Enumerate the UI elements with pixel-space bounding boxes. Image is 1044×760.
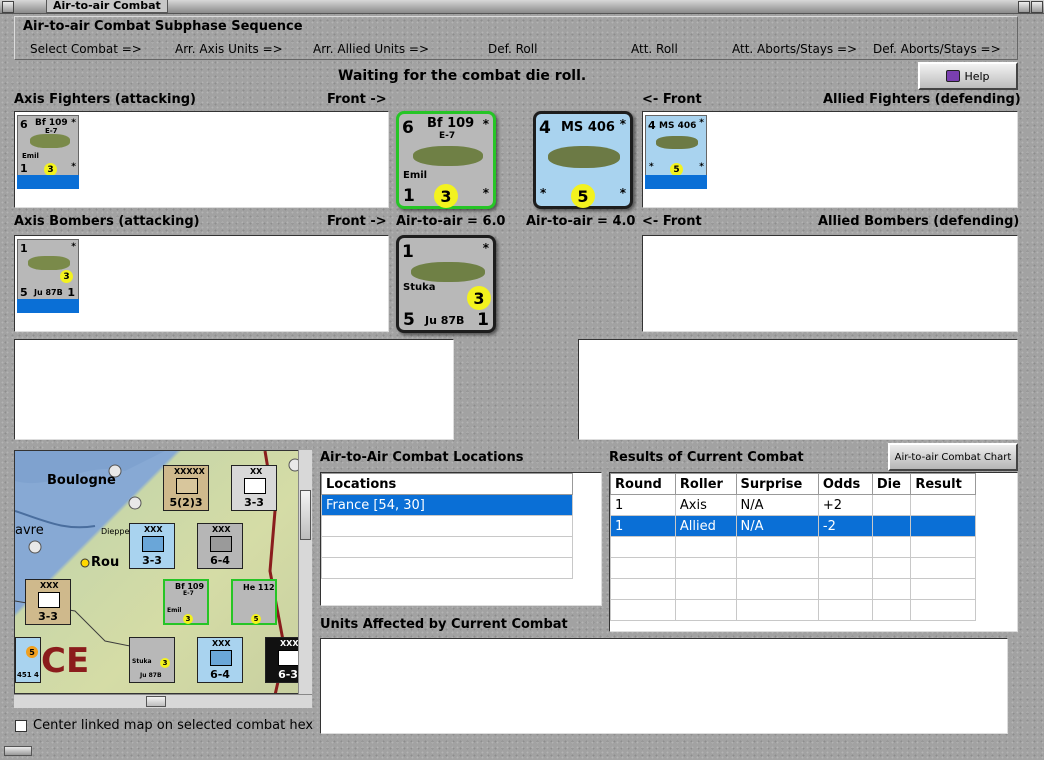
step-select-combat: Select Combat => bbox=[30, 42, 142, 56]
map-label-havre: avre bbox=[15, 523, 44, 538]
step-arrange-axis: Arr. Axis Units => bbox=[175, 42, 283, 56]
map-horizontal-scrollbar[interactable] bbox=[14, 694, 312, 708]
selection-bar bbox=[645, 175, 707, 189]
center-map-label: Center linked map on selected combat hex bbox=[33, 718, 314, 733]
axis-fighters-box[interactable]: 6 Bf 109 E-7 * Emil 1 3 * bbox=[14, 111, 389, 208]
map-counter-he112[interactable]: He 112 5 bbox=[231, 579, 277, 625]
ms406-small-counter[interactable]: 4 MS 406 * * 5 * bbox=[645, 115, 707, 177]
units-affected-box[interactable] bbox=[320, 638, 1008, 734]
map-counter-bf109[interactable]: Bf 109 E-7 Emil 3 bbox=[163, 579, 209, 625]
help-label: Help bbox=[964, 69, 990, 83]
allied-bombers-box[interactable] bbox=[642, 235, 1018, 332]
map-label-rouen: Rou bbox=[91, 555, 120, 570]
window-title: Air-to-air Combat bbox=[46, 0, 168, 13]
bf109-value-dot: 3 bbox=[434, 184, 458, 208]
map-counter-allied-mech[interactable]: XXX 3-3 bbox=[129, 523, 175, 569]
axis-fighters-label: Axis Fighters (attacking) bbox=[14, 92, 196, 107]
ms406-value-dot: 5 bbox=[571, 184, 595, 208]
axis-bombers-box[interactable]: 1 * 3 5 Ju 87B 1 bbox=[14, 235, 389, 332]
map-counter-allied-armor[interactable]: XXX 3-3 bbox=[25, 579, 71, 625]
help-button[interactable]: Help bbox=[918, 62, 1018, 90]
units-affected-title: Units Affected by Current Combat bbox=[320, 617, 568, 632]
allied-bombers-front-label: <- Front bbox=[642, 214, 702, 229]
location-row[interactable]: France [54, 30] bbox=[321, 494, 573, 516]
ju87-plane-icon bbox=[411, 262, 485, 282]
col-result: Result bbox=[910, 473, 976, 495]
map-counter-axis-inf[interactable]: XXX 6-4 bbox=[197, 523, 243, 569]
step-def-roll: Def. Roll bbox=[488, 42, 538, 56]
step-arrange-allied: Arr. Allied Units => bbox=[313, 42, 430, 56]
map-vertical-thumb[interactable] bbox=[300, 490, 311, 540]
table-row[interactable]: 1 Allied N/A -2 bbox=[610, 515, 976, 537]
map-horizontal-thumb[interactable] bbox=[146, 696, 166, 707]
axis-bombers-front-label: Front -> bbox=[327, 214, 387, 229]
ju87-value-dot: 3 bbox=[467, 286, 491, 310]
map-vertical-scrollbar[interactable] bbox=[298, 450, 312, 694]
linked-map[interactable]: Boulogne avre Dieppe Rou CE XXXXX 5(2)3 … bbox=[14, 450, 312, 694]
allied-air-to-air-value: Air-to-air = 4.0 bbox=[526, 214, 636, 229]
axis-air-to-air-value: Air-to-air = 6.0 bbox=[396, 214, 506, 229]
axis-extra-box[interactable] bbox=[14, 339, 454, 440]
ju87-large-counter[interactable]: 1 * Stuka 3 5 Ju 87B 1 bbox=[396, 235, 496, 333]
map-label-france: CE bbox=[41, 641, 90, 681]
map-label-boulogne: Boulogne bbox=[47, 473, 116, 488]
axis-bombers-label: Axis Bombers (attacking) bbox=[14, 214, 200, 229]
allied-extra-box[interactable] bbox=[578, 339, 1018, 440]
allied-bombers-label: Allied Bombers (defending) bbox=[818, 214, 1020, 229]
col-surprise: Surprise bbox=[735, 473, 819, 495]
locations-list[interactable]: Locations France [54, 30] bbox=[320, 472, 602, 606]
col-roller: Roller bbox=[674, 473, 737, 495]
air-to-air-chart-button[interactable]: Air-to-air Combat Chart bbox=[888, 443, 1018, 471]
window-resize-handle[interactable] bbox=[4, 746, 32, 756]
map-counter-stuka[interactable]: Stuka 3 Ju 87B bbox=[129, 637, 175, 683]
allied-fighters-box[interactable]: 4 MS 406 * * 5 * bbox=[642, 111, 1018, 208]
minimize-icon[interactable] bbox=[1018, 1, 1030, 13]
help-book-icon bbox=[946, 70, 961, 82]
results-table-container[interactable]: Round Roller Surprise Odds Die Result 1 … bbox=[609, 472, 1018, 632]
results-table: Round Roller Surprise Odds Die Result 1 … bbox=[610, 473, 976, 621]
plane-icon bbox=[30, 134, 70, 148]
plane-icon bbox=[28, 256, 70, 270]
locations-title: Air-to-Air Combat Locations bbox=[320, 450, 524, 465]
center-map-checkbox[interactable] bbox=[15, 720, 27, 732]
ju87-small-counter[interactable]: 1 * 3 5 Ju 87B 1 bbox=[17, 239, 79, 301]
bf109-large-counter[interactable]: 6 Bf 109 E-7 * Emil 1 3 * bbox=[396, 111, 496, 209]
results-title: Results of Current Combat bbox=[609, 450, 804, 465]
close-icon[interactable] bbox=[1031, 1, 1043, 13]
ms406-large-counter[interactable]: 4 MS 406 * * 5 * bbox=[533, 111, 633, 209]
ms406-plane-icon bbox=[548, 146, 620, 168]
allied-fighters-label: Allied Fighters (defending) bbox=[823, 92, 1021, 107]
step-att-roll: Att. Roll bbox=[631, 42, 678, 56]
map-counter-hq[interactable]: XX 3-3 bbox=[231, 465, 277, 511]
selection-bar bbox=[17, 299, 79, 313]
selection-bar bbox=[17, 175, 79, 189]
locations-header: Locations bbox=[321, 473, 573, 495]
axis-front-label: Front -> bbox=[327, 92, 387, 107]
map-label-dieppe: Dieppe bbox=[101, 527, 130, 536]
subphase-sequence-panel: Air-to-air Combat Subphase Sequence Sele… bbox=[14, 16, 1018, 60]
step-att-aborts: Att. Aborts/Stays => bbox=[732, 42, 858, 56]
map-counter-army[interactable]: XXXXX 5(2)3 bbox=[163, 465, 209, 511]
col-odds: Odds bbox=[817, 473, 873, 495]
bf109-plane-icon bbox=[413, 146, 483, 166]
allied-front-label: <- Front bbox=[642, 92, 702, 107]
plane-icon bbox=[656, 136, 698, 149]
col-round: Round bbox=[610, 473, 676, 495]
step-def-aborts: Def. Aborts/Stays => bbox=[873, 42, 1001, 56]
col-die: Die bbox=[871, 473, 912, 495]
window-menu-icon[interactable] bbox=[2, 1, 14, 13]
status-message: Waiting for the combat die roll. bbox=[338, 68, 587, 84]
title-bar[interactable]: Air-to-air Combat bbox=[0, 0, 1044, 14]
table-row[interactable]: 1 Axis N/A +2 bbox=[610, 494, 976, 516]
sequence-title: Air-to-air Combat Subphase Sequence bbox=[23, 19, 303, 34]
map-counter-edge[interactable]: 5 451 4 bbox=[15, 637, 41, 683]
bf109-small-counter[interactable]: 6 Bf 109 E-7 * Emil 1 3 * bbox=[17, 115, 79, 177]
map-counter-allied-inf[interactable]: XXX 6-4 bbox=[197, 637, 243, 683]
